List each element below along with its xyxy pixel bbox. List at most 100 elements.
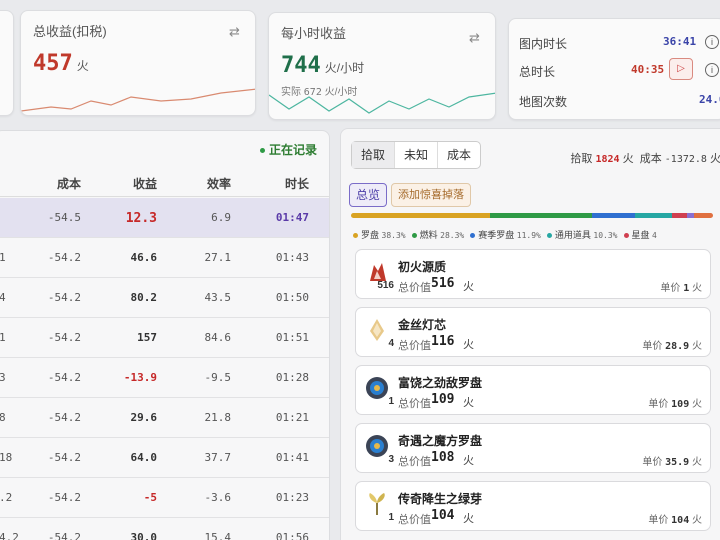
total-time-row: 总时长 40:35 ▷ i — [519, 58, 719, 81]
row-efficiency: 27.1 — [204, 251, 232, 264]
loot-item[interactable]: 516 初火源质 总价值 516 火单价 1 火 — [355, 249, 711, 299]
legend-dot-icon — [546, 233, 552, 239]
item-total-unit: 火 — [463, 397, 474, 409]
col-header-duration[interactable]: 时长 — [245, 175, 309, 192]
loot-item[interactable]: 4 金丝灯芯 总价值 116 火 单价 28.9 火 — [355, 307, 711, 357]
row-duration: 01:51 — [275, 331, 309, 344]
legend-percent: 11.9% — [516, 231, 541, 240]
row-profit: 29.6 — [130, 411, 158, 424]
row-efficiency: 15.4 — [204, 531, 232, 540]
progress-segment — [672, 213, 687, 218]
map-time-value: 36:41 — [663, 35, 697, 48]
row-duration: 01:21 — [275, 411, 309, 424]
row-cost: -54.2 — [47, 411, 81, 424]
add-surprise-drop-button[interactable]: 添加惊喜掉落 — [391, 183, 471, 207]
item-unit-price: 单价 104 火 — [648, 515, 702, 526]
stat-card-total: 总收益(扣税) ⇄ 457 火 — [20, 10, 256, 116]
item-name: 富饶之劲敌罗盘 — [398, 376, 483, 390]
col-header-efficiency[interactable]: 效率 — [175, 175, 231, 192]
records-panel: 正在记录 成本 收益 效率 时长 -54.512.36.901:47 1 -54.2… — [0, 130, 330, 540]
legend-label: 燃料 — [419, 230, 438, 240]
row-duration: 01:23 — [275, 491, 309, 504]
stat-card-partial — [0, 10, 14, 116]
stat-card-hourly: 每小时收益 ⇄ 744 火/小时 实际 672 火/小时 — [268, 12, 496, 120]
item-total-label: 总价值 — [398, 398, 431, 410]
recording-dot-icon — [259, 148, 265, 154]
swap-icon[interactable]: ⇄ — [229, 25, 243, 39]
loot-item[interactable]: 1 传奇降生之绿芽 总价值 104 火 单价 104 火 — [355, 481, 711, 531]
col-header-cost[interactable]: 成本 — [35, 175, 81, 192]
progress-segment — [592, 213, 636, 218]
item-count: 1 — [388, 396, 394, 407]
table-header: 成本 收益 效率 时长 — [0, 167, 329, 197]
table-row[interactable]: .2 -54.2 -5 -3.6 01:23 — [0, 478, 329, 518]
row-profit: -13.9 — [123, 371, 157, 384]
item-unit-price: 单价 35.9 火 — [642, 457, 702, 468]
table-row[interactable]: -54.5 12.3 6.9 01:47 — [0, 198, 329, 238]
item-total-label: 总价值 — [398, 456, 431, 468]
item-count: 1 — [388, 512, 394, 523]
loot-panel: 拾取 未知 成本 拾取 1824 火 成本 -1372.8 火 总览 添加惊喜掉… — [340, 128, 720, 540]
item-name: 初火源质 — [398, 260, 447, 274]
category-legend: 罗盘 38.3% 燃料 28.3% 赛季罗盘 11.9% 通用道具 10.3% 星盘 4 — [353, 228, 663, 241]
item-unit-price: 单价 109 火 — [648, 399, 702, 410]
item-total-value: 116 — [431, 334, 455, 349]
legend-dot-icon — [623, 233, 629, 239]
legend-label: 罗盘 — [361, 230, 380, 240]
row-duration: 01:56 — [275, 531, 309, 540]
row-cost: -54.2 — [47, 331, 81, 344]
legend-percent: 28.3% — [440, 231, 465, 240]
legend-dot-icon — [470, 233, 476, 239]
category-progress-bar — [351, 213, 713, 218]
item-unit-price: 单价 1 火 — [660, 283, 702, 294]
item-total-value: 516 — [431, 276, 455, 291]
swap-icon[interactable]: ⇄ — [469, 31, 483, 45]
info-icon[interactable]: i — [705, 35, 719, 49]
table-row[interactable]: 3 -54.2 -13.9 -9.5 01:28 — [0, 358, 329, 398]
row-profit: 12.3 — [125, 211, 157, 226]
progress-segment — [489, 213, 593, 218]
table-row[interactable]: 4.2 -54.2 30.0 15.4 01:56 — [0, 518, 329, 540]
row-cost: -54.2 — [47, 251, 81, 264]
loot-item[interactable]: 3 奇遇之魔方罗盘 总价值 108 火 单价 35.9 火 — [355, 423, 711, 473]
row-profit: 30.0 — [130, 531, 158, 540]
tab-pickup[interactable]: 拾取 — [352, 142, 396, 168]
row-cost: -54.2 — [47, 531, 81, 540]
play-button[interactable]: ▷ — [669, 58, 693, 80]
loot-item[interactable]: 1 富饶之劲敌罗盘 总价值 109 火 单价 109 火 — [355, 365, 711, 415]
legend-percent: 38.3% — [381, 231, 406, 240]
item-total-unit: 火 — [463, 455, 474, 467]
row-profit: 46.6 — [130, 251, 158, 264]
table-row[interactable]: 4 -54.2 80.2 43.5 01:50 — [0, 278, 329, 318]
row-profit: 64.0 — [130, 451, 158, 464]
row-efficiency: 84.6 — [204, 331, 232, 344]
total-time-value: 40:35 — [631, 63, 665, 76]
col-header-profit[interactable]: 收益 — [95, 175, 157, 192]
stat-card-time: 图内时长 36:41 i 总时长 40:35 ▷ i 地图次数 24.0 — [508, 18, 720, 120]
item-count: 3 — [388, 454, 394, 465]
row-profit: -5 — [143, 491, 157, 504]
row-efficiency: -9.5 — [204, 371, 232, 384]
progress-segment — [351, 213, 490, 218]
row-duration: 01:41 — [275, 451, 309, 464]
item-total-unit: 火 — [463, 281, 474, 293]
progress-segment — [635, 213, 673, 218]
table-row[interactable]: 1 -54.2 46.6 27.1 01:43 — [0, 238, 329, 278]
table-row[interactable]: 8 -54.2 29.6 21.8 01:21 — [0, 398, 329, 438]
table-row[interactable]: 1 -54.2 157 84.6 01:51 — [0, 318, 329, 358]
row-efficiency: 37.7 — [204, 451, 232, 464]
row-cost: -54.2 — [47, 451, 81, 464]
item-total-value: 104 — [431, 508, 455, 523]
tab-unknown[interactable]: 未知 — [395, 142, 439, 168]
row-efficiency: 43.5 — [204, 291, 232, 304]
hourly-sparkline — [269, 92, 495, 114]
stat-card-title: 总收益(扣税) — [33, 24, 107, 39]
item-name: 金丝灯芯 — [398, 318, 447, 332]
info-icon[interactable]: i — [705, 63, 719, 77]
item-total-label: 总价值 — [398, 514, 431, 526]
overview-button[interactable]: 总览 — [349, 183, 388, 207]
table-row[interactable]: 18 -54.2 64.0 37.7 01:41 — [0, 438, 329, 478]
recording-status: 正在记录 — [259, 141, 317, 158]
tab-cost[interactable]: 成本 — [438, 142, 480, 168]
row-index: 1 — [0, 251, 19, 264]
